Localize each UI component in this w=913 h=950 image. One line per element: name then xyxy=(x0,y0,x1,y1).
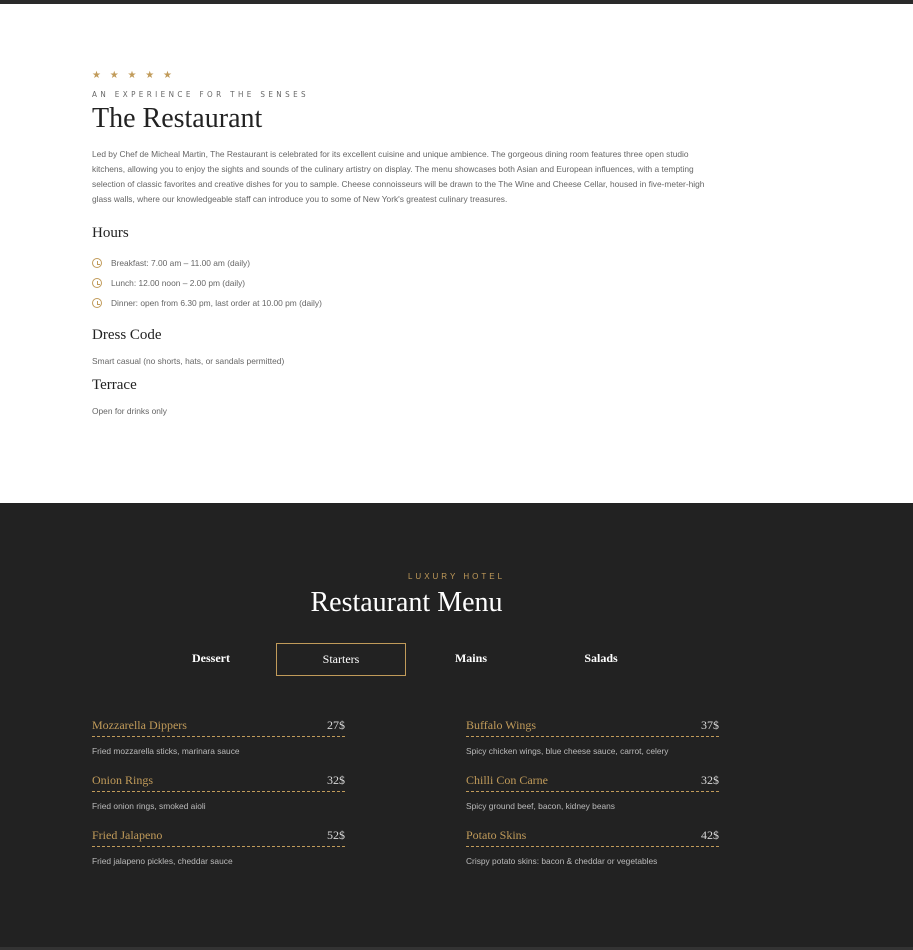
menu-item-price: 32$ xyxy=(701,773,719,787)
menu-item-description: Spicy chicken wings, blue cheese sauce, … xyxy=(466,746,669,756)
restaurant-about-section: ★ ★ ★ ★ ★ AN EXPERIENCE FOR THE SENSES T… xyxy=(92,70,732,416)
clock-icon xyxy=(92,258,102,268)
tab-dessert[interactable]: Dessert xyxy=(146,643,276,676)
menu-item-name: Mozzarella Dippers xyxy=(92,718,187,732)
menu-item: Potato Skins 42$ Crispy potato skins: ba… xyxy=(466,825,719,880)
hours-item: Dinner: open from 6.30 pm, last order at… xyxy=(92,293,732,313)
menu-item-header: Fried Jalapeno 52$ xyxy=(92,825,345,847)
hours-item-text: Breakfast: 7.00 am – 11.00 am (daily) xyxy=(111,258,251,268)
menu-item-price: 27$ xyxy=(327,718,345,732)
menu-item-header: Mozzarella Dippers 27$ xyxy=(92,715,345,737)
menu-item-description: Crispy potato skins: bacon & cheddar or … xyxy=(466,856,658,866)
rating-stars: ★ ★ ★ ★ ★ xyxy=(92,70,175,81)
menu-item-name: Onion Rings xyxy=(92,773,154,787)
menu-item-name: Fried Jalapeno xyxy=(92,828,163,842)
restaurant-menu-section: LUXURY HOTEL Restaurant Menu Dessert Sta… xyxy=(0,503,913,950)
hours-heading: Hours xyxy=(92,225,129,241)
menu-item-name: Buffalo Wings xyxy=(466,718,537,732)
menu-title: Restaurant Menu xyxy=(310,587,503,618)
menu-item: Buffalo Wings 37$ Spicy chicken wings, b… xyxy=(466,715,719,770)
menu-item: Mozzarella Dippers 27$ Fried mozzarella … xyxy=(92,715,345,770)
hours-item: Lunch: 12.00 noon – 2.00 pm (daily) xyxy=(92,273,732,293)
menu-item-description: Fried jalapeno pickles, cheddar sauce xyxy=(92,856,233,866)
clock-icon xyxy=(92,278,102,288)
hours-item-text: Lunch: 12.00 noon – 2.00 pm (daily) xyxy=(111,278,246,288)
menu-item-header: Potato Skins 42$ xyxy=(466,825,719,847)
clock-icon xyxy=(92,298,102,308)
hero-image-bottom-edge xyxy=(0,0,913,4)
tab-salads[interactable]: Salads xyxy=(536,643,666,676)
menu-item-price: 37$ xyxy=(701,718,719,732)
hours-list: Breakfast: 7.00 am – 11.00 am (daily) Lu… xyxy=(92,253,732,313)
menu-item-description: Spicy ground beef, bacon, kidney beans xyxy=(466,801,615,811)
tab-mains[interactable]: Mains xyxy=(406,643,536,676)
menu-item: Onion Rings 32$ Fried onion rings, smoke… xyxy=(92,770,345,825)
restaurant-description: Led by Chef de Micheal Martin, The Resta… xyxy=(92,149,705,204)
menu-item-header: Chilli Con Carne 32$ xyxy=(466,770,719,792)
menu-item-price: 32$ xyxy=(327,773,345,787)
terrace-heading: Terrace xyxy=(92,377,137,393)
page-title: The Restaurant xyxy=(92,103,263,134)
menu-subtitle: LUXURY HOTEL xyxy=(407,572,506,581)
dress-code-heading: Dress Code xyxy=(92,327,162,343)
hours-item: Breakfast: 7.00 am – 11.00 am (daily) xyxy=(92,253,732,273)
dress-code-text: Smart casual (no shorts, hats, or sandal… xyxy=(92,356,285,366)
menu-column-left: Mozzarella Dippers 27$ Fried mozzarella … xyxy=(92,715,345,880)
section-subtitle: AN EXPERIENCE FOR THE SENSES xyxy=(92,90,309,99)
menu-item-price: 52$ xyxy=(327,828,345,842)
menu-item-name: Potato Skins xyxy=(466,828,527,842)
tab-starters[interactable]: Starters xyxy=(276,643,406,676)
menu-item-description: Fried onion rings, smoked aioli xyxy=(92,801,206,811)
menu-item: Fried Jalapeno 52$ Fried jalapeno pickle… xyxy=(92,825,345,880)
hours-item-text: Dinner: open from 6.30 pm, last order at… xyxy=(111,298,322,308)
menu-item-header: Onion Rings 32$ xyxy=(92,770,345,792)
menu-item: Chilli Con Carne 32$ Spicy ground beef, … xyxy=(466,770,719,825)
menu-item-description: Fried mozzarella sticks, marinara sauce xyxy=(92,746,240,756)
terrace-text: Open for drinks only xyxy=(92,406,167,416)
menu-item-price: 42$ xyxy=(701,828,719,842)
menu-item-header: Buffalo Wings 37$ xyxy=(466,715,719,737)
menu-item-name: Chilli Con Carne xyxy=(466,773,548,787)
menu-column-right: Buffalo Wings 37$ Spicy chicken wings, b… xyxy=(466,715,719,880)
